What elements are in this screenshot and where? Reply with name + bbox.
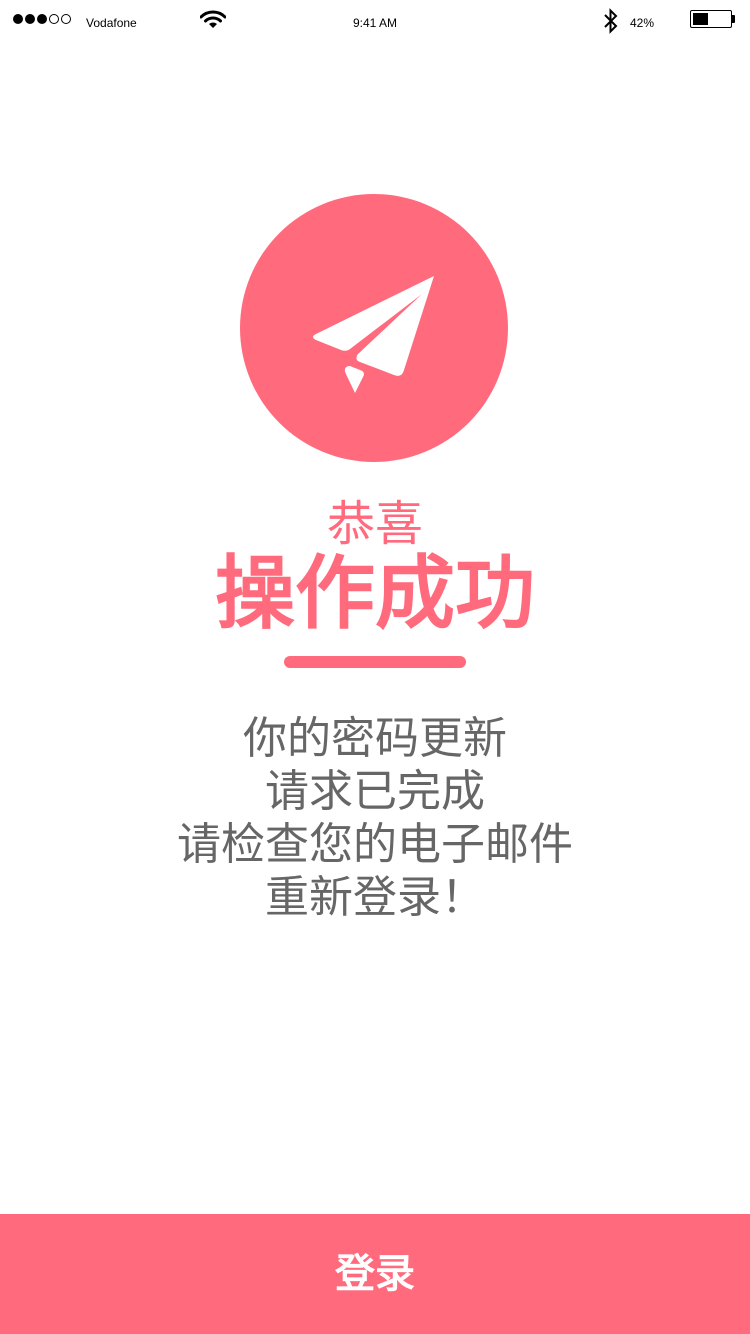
congrats-subtitle: 恭喜 <box>326 496 423 552</box>
success-badge <box>240 194 508 462</box>
battery-cap <box>732 15 735 23</box>
paper-plane-icon <box>313 276 434 393</box>
status-bar: Vodafone 9:41 AM 42% <box>0 0 750 40</box>
login-button[interactable]: 登录 <box>0 1214 750 1334</box>
message-line: 请求已完成 <box>265 766 485 817</box>
battery-icon <box>690 10 732 28</box>
battery-level <box>693 13 708 25</box>
page-title: 操作成功 <box>215 547 535 640</box>
battery-percent: 42% <box>630 16 655 30</box>
message-line: 重新登录！ <box>265 872 485 923</box>
bluetooth-icon <box>602 8 620 37</box>
success-message: 你的密码更新 请求已完成 请检查您的电子邮件 重新登录！ <box>0 712 750 924</box>
message-line: 请检查您的电子邮件 <box>177 819 573 870</box>
title-divider <box>284 656 466 668</box>
message-line: 你的密码更新 <box>243 713 507 764</box>
